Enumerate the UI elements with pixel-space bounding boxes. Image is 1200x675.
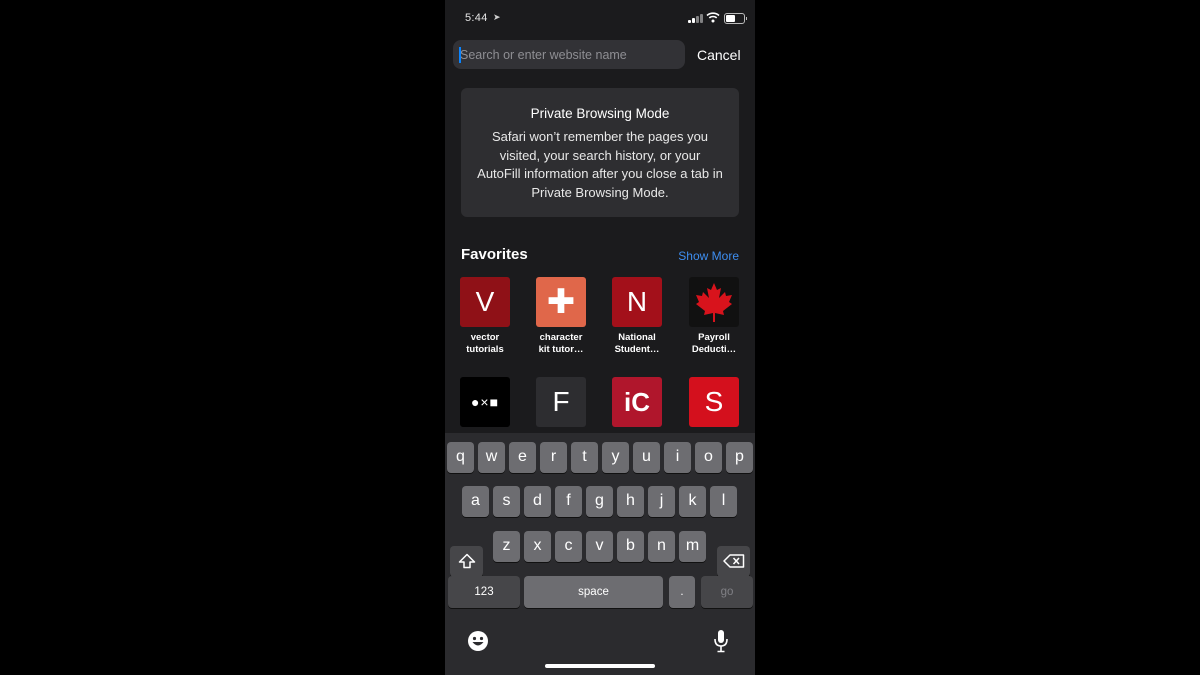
cellular-signal-icon	[688, 13, 704, 23]
phone-screen: 5:44 ➤ Cancel Private Browsing Mode Safa…	[445, 0, 755, 675]
key-h[interactable]: h	[617, 486, 644, 517]
key-s[interactable]: s	[493, 486, 520, 517]
go-key[interactable]: go	[701, 576, 753, 608]
backspace-icon	[722, 554, 744, 568]
search-bar: Cancel	[445, 40, 755, 70]
key-c[interactable]: c	[555, 531, 582, 562]
key-o[interactable]: o	[695, 442, 722, 473]
key-p[interactable]: p	[726, 442, 753, 473]
favorites-header: Favorites Show More	[461, 246, 739, 266]
key-d[interactable]: d	[524, 486, 551, 517]
key-x[interactable]: x	[524, 531, 551, 562]
numbers-key[interactable]: 123	[448, 576, 520, 608]
key-j[interactable]: j	[648, 486, 675, 517]
key-n[interactable]: n	[648, 531, 675, 562]
favorite-tile-f: F	[536, 377, 586, 427]
home-indicator	[545, 664, 655, 668]
status-time: 5:44	[465, 12, 488, 24]
favorite-tile-character-kit: ✚	[536, 277, 586, 327]
keyboard: qwertyuiop asdfghjkl zxcvbnm 123 space .…	[445, 433, 755, 675]
favorites-title: Favorites	[461, 246, 528, 263]
favorite-item[interactable]: ●×■	[455, 377, 515, 427]
key-z[interactable]: z	[493, 531, 520, 562]
status-bar: 5:44 ➤	[445, 0, 755, 36]
favorite-item[interactable]: N National Student…	[607, 277, 667, 356]
favorite-tile-ic: iC	[612, 377, 662, 427]
favorite-label: vector tutorials	[466, 332, 504, 355]
key-u[interactable]: u	[633, 442, 660, 473]
favorite-label: National Student…	[614, 332, 660, 355]
key-m[interactable]: m	[679, 531, 706, 562]
delete-key[interactable]	[717, 546, 750, 577]
shift-icon	[458, 553, 475, 569]
key-l[interactable]: l	[710, 486, 737, 517]
favorite-tile-s: S	[689, 377, 739, 427]
key-e[interactable]: e	[509, 442, 536, 473]
cancel-button[interactable]: Cancel	[697, 47, 741, 63]
period-key[interactable]: .	[669, 576, 695, 608]
emoji-icon[interactable]	[467, 630, 489, 652]
favorite-label: Payroll Deducti…	[691, 332, 737, 355]
key-f[interactable]: f	[555, 486, 582, 517]
favorite-item[interactable]: iC	[607, 377, 667, 427]
favorite-item[interactable]: V vector tutorials	[455, 277, 515, 356]
private-browsing-title: Private Browsing Mode	[530, 106, 670, 121]
location-arrow-icon: ➤	[493, 12, 501, 22]
key-b[interactable]: b	[617, 531, 644, 562]
key-v[interactable]: v	[586, 531, 613, 562]
maple-leaf-icon	[696, 283, 732, 322]
key-y[interactable]: y	[602, 442, 629, 473]
space-key[interactable]: space	[524, 576, 663, 608]
key-w[interactable]: w	[478, 442, 505, 473]
show-more-link[interactable]: Show More	[678, 249, 739, 263]
favorite-tile-payroll-deductions	[689, 277, 739, 327]
key-i[interactable]: i	[664, 442, 691, 473]
key-r[interactable]: r	[540, 442, 567, 473]
battery-icon	[724, 13, 747, 24]
favorite-item[interactable]: F	[531, 377, 591, 427]
private-browsing-message: Safari won’t remember the pages you visi…	[477, 129, 723, 200]
favorite-item[interactable]: S	[684, 377, 744, 427]
text-cursor	[459, 47, 461, 63]
favorite-tile-vector-tutorials: V	[460, 277, 510, 327]
favorite-item[interactable]: ✚ character kit tutor…	[531, 277, 591, 356]
private-browsing-card: Private Browsing Mode Safari won’t remem…	[461, 88, 739, 217]
key-k[interactable]: k	[679, 486, 706, 517]
key-q[interactable]: q	[447, 442, 474, 473]
shift-key[interactable]	[450, 546, 483, 577]
key-t[interactable]: t	[571, 442, 598, 473]
microphone-icon[interactable]	[713, 629, 729, 653]
favorite-tile-national-student: N	[612, 277, 662, 327]
favorite-label: character kit tutor…	[538, 332, 584, 355]
wifi-icon	[706, 12, 720, 23]
key-g[interactable]: g	[586, 486, 613, 517]
search-input[interactable]	[453, 40, 685, 69]
favorite-item[interactable]: Payroll Deducti…	[684, 277, 744, 356]
key-a[interactable]: a	[462, 486, 489, 517]
favorite-tile-dots: ●×■	[460, 377, 510, 427]
